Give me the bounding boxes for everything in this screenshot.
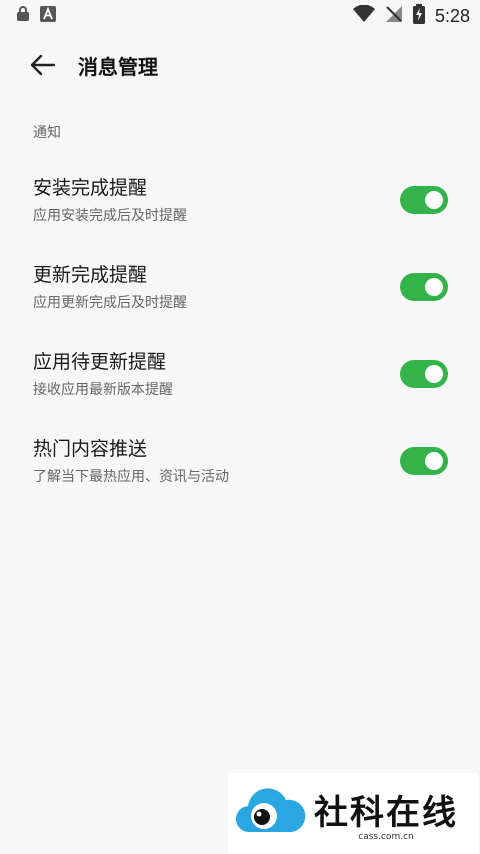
setting-pending-update[interactable]: 应用待更新提醒 接收应用最新版本提醒: [0, 330, 480, 417]
lock-icon: [16, 6, 30, 26]
toggle-knob: [425, 277, 443, 296]
no-signal-icon: [385, 5, 403, 27]
watermark-text: 社科在线: [314, 793, 458, 833]
app-a-icon: [40, 6, 56, 26]
setting-subtitle: 了解当下最热应用、资讯与活动: [33, 468, 229, 485]
watermark-domain: cass.com.cn: [358, 832, 414, 842]
toggle-knob: [425, 190, 443, 209]
status-time: 5:28: [434, 5, 470, 26]
setting-title: 热门内容推送: [33, 437, 148, 460]
section-label: 通知: [33, 125, 61, 141]
arrow-left-icon: [30, 54, 56, 76]
toggle-switch[interactable]: [400, 359, 448, 388]
battery-charging-icon: [412, 4, 425, 28]
setting-subtitle: 应用安装完成后及时提醒: [33, 207, 187, 224]
cloud-eye-logo-icon: [235, 786, 306, 842]
wifi-icon: [352, 4, 375, 27]
setting-title: 更新完成提醒: [33, 263, 148, 286]
setting-subtitle: 接收应用最新版本提醒: [33, 381, 173, 398]
setting-update-complete[interactable]: 更新完成提醒 应用更新完成后及时提醒: [0, 243, 480, 330]
title-bar: 消息管理: [0, 32, 480, 98]
setting-title: 安装完成提醒: [33, 176, 148, 199]
toggle-switch[interactable]: [400, 272, 448, 301]
settings-list: 安装完成提醒 应用安装完成后及时提醒 更新完成提醒 应用更新完成后及时提醒 应用…: [0, 156, 480, 504]
toggle-switch[interactable]: [400, 446, 448, 475]
back-button[interactable]: [28, 50, 58, 80]
setting-subtitle: 应用更新完成后及时提醒: [33, 294, 187, 311]
page-title: 消息管理: [78, 54, 158, 79]
toggle-switch[interactable]: [400, 185, 448, 214]
toggle-knob: [425, 451, 443, 470]
toggle-knob: [425, 364, 443, 383]
setting-title: 应用待更新提醒: [33, 350, 167, 373]
watermark: 社科在线 cass.com.cn: [228, 773, 478, 854]
setting-install-complete[interactable]: 安装完成提醒 应用安装完成后及时提醒: [0, 156, 480, 243]
status-bar: 5:28: [0, 0, 480, 32]
setting-hot-content[interactable]: 热门内容推送 了解当下最热应用、资讯与活动: [0, 417, 480, 504]
